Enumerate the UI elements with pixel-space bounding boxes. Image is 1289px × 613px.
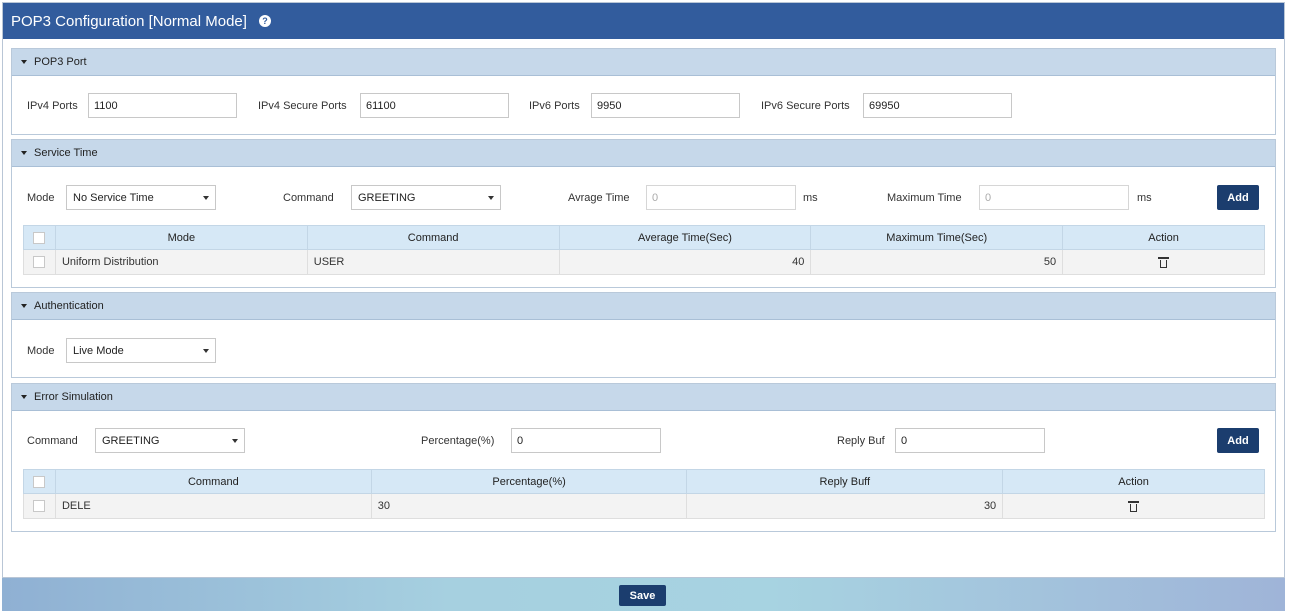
add-service-time-button[interactable]: Add [1217, 185, 1259, 210]
error-simulation-section: Error Simulation Command GREETING Percen… [11, 383, 1276, 532]
column-header: Command [306, 225, 560, 250]
dropdown-arrow-icon [232, 439, 238, 443]
section-title: Error Simulation [34, 391, 113, 403]
ipv6-ports-input[interactable]: 9950 [591, 93, 740, 118]
help-icon[interactable]: ? [258, 15, 271, 27]
select-all-checkbox[interactable] [23, 469, 56, 494]
error-command-select-value: GREETING [102, 434, 160, 447]
column-header: Maximum Time(Sec) [810, 225, 1064, 250]
column-header: Action [1002, 469, 1265, 494]
maximum-time-input[interactable]: 0 [979, 185, 1129, 210]
pop3-port-header[interactable]: POP3 Port [12, 49, 1275, 76]
dropdown-arrow-icon [488, 196, 494, 200]
column-header: Reply Buff [686, 469, 1004, 494]
delete-row-button[interactable] [1062, 249, 1265, 275]
cell-reply-buff: 30 [686, 493, 1004, 519]
auth-mode-select[interactable]: Live Mode [66, 338, 216, 363]
row-checkbox[interactable] [23, 249, 56, 275]
delete-row-button[interactable] [1002, 493, 1265, 519]
pop3-config-window: POP3 Configuration [Normal Mode] ? POP3 … [2, 2, 1285, 578]
ipv4-ports-label: IPv4 Ports [27, 100, 78, 112]
mode-label: Mode [27, 192, 55, 204]
ipv4-secure-ports-label: IPv4 Secure Ports [258, 100, 347, 112]
column-header: Action [1062, 225, 1265, 250]
collapse-caret-icon[interactable] [21, 395, 27, 399]
trash-icon [1128, 500, 1140, 512]
percentage-input[interactable]: 0 [511, 428, 661, 453]
maximum-time-label: Maximum Time [887, 192, 962, 204]
page-title: POP3 Configuration [Normal Mode] [11, 12, 247, 30]
service-time-section: Service Time Mode No Service Time Comman… [11, 139, 1276, 288]
percentage-label: Percentage(%) [421, 435, 495, 447]
error-command-select[interactable]: GREETING [95, 428, 245, 453]
add-error-button[interactable]: Add [1217, 428, 1259, 453]
authentication-section: Authentication Mode Live Mode [11, 292, 1276, 378]
collapse-caret-icon[interactable] [21, 151, 27, 155]
section-title: Authentication [34, 300, 104, 312]
select-all-checkbox[interactable] [23, 225, 56, 250]
service-time-header[interactable]: Service Time [12, 140, 1275, 167]
ipv4-ports-input[interactable]: 1100 [88, 93, 237, 118]
cell-maximum-time: 50 [810, 249, 1064, 275]
save-button[interactable]: Save [619, 585, 666, 606]
cell-percentage: 30 [370, 493, 688, 519]
cell-mode: Uniform Distribution [54, 249, 308, 275]
error-command-label: Command [27, 435, 78, 447]
ipv6-secure-ports-label: IPv6 Secure Ports [761, 100, 850, 112]
mode-select-value: No Service Time [73, 191, 154, 204]
auth-mode-select-value: Live Mode [73, 344, 124, 357]
column-header: Average Time(Sec) [558, 225, 812, 250]
table-row: Uniform Distribution USER 40 50 [23, 249, 1265, 275]
collapse-caret-icon[interactable] [21, 304, 27, 308]
reply-buf-input[interactable]: 0 [895, 428, 1045, 453]
column-header: Command [54, 469, 372, 494]
cell-command: USER [306, 249, 560, 275]
dropdown-arrow-icon [203, 196, 209, 200]
average-time-input[interactable]: 0 [646, 185, 796, 210]
pop3-port-section: POP3 Port IPv4 Ports 1100 IPv4 Secure Po… [11, 48, 1276, 135]
average-time-unit: ms [803, 192, 818, 204]
column-header: Mode [54, 225, 308, 250]
reply-buf-label: Reply Buf [837, 435, 885, 447]
cell-command: DELE [54, 493, 372, 519]
title-bar: POP3 Configuration [Normal Mode] ? [3, 3, 1284, 39]
command-select-value: GREETING [358, 191, 416, 204]
dropdown-arrow-icon [203, 349, 209, 353]
table-header-row: Mode Command Average Time(Sec) Maximum T… [23, 225, 1265, 250]
table-row: DELE 30 30 [23, 493, 1265, 519]
ipv6-ports-label: IPv6 Ports [529, 100, 580, 112]
table-header-row: Command Percentage(%) Reply Buff Action [23, 469, 1265, 494]
error-simulation-header[interactable]: Error Simulation [12, 384, 1275, 411]
collapse-caret-icon[interactable] [21, 60, 27, 64]
command-label: Command [283, 192, 334, 204]
maximum-time-unit: ms [1137, 192, 1152, 204]
section-title: Service Time [34, 147, 98, 159]
footer-bar: Save [2, 578, 1285, 611]
mode-select[interactable]: No Service Time [66, 185, 216, 210]
section-title: POP3 Port [34, 56, 87, 68]
cell-average-time: 40 [558, 249, 812, 275]
auth-mode-label: Mode [27, 345, 55, 357]
command-select[interactable]: GREETING [351, 185, 501, 210]
service-time-table: Mode Command Average Time(Sec) Maximum T… [23, 225, 1265, 275]
ipv4-secure-ports-input[interactable]: 61100 [360, 93, 509, 118]
row-checkbox[interactable] [23, 493, 56, 519]
average-time-label: Avrage Time [568, 192, 630, 204]
column-header: Percentage(%) [370, 469, 688, 494]
error-simulation-table: Command Percentage(%) Reply Buff Action … [23, 469, 1265, 519]
authentication-header[interactable]: Authentication [12, 293, 1275, 320]
trash-icon [1158, 256, 1170, 268]
ipv6-secure-ports-input[interactable]: 69950 [863, 93, 1012, 118]
